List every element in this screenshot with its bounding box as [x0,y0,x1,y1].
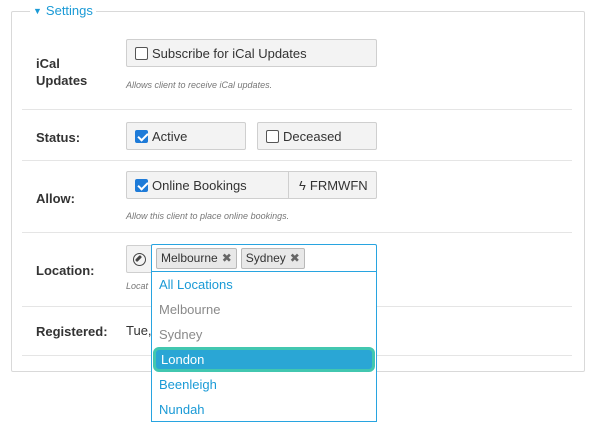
close-icon[interactable]: ✖ [222,251,232,265]
selected-tag: Sydney ✖ [240,247,305,269]
status-active-checkbox[interactable]: Active [126,122,246,150]
allow-help-text: Allow this client to place online bookin… [126,211,290,221]
location-label: Location: [36,263,95,278]
active-checkbox-box[interactable] [135,129,148,143]
location-option[interactable]: All Locations [152,272,376,297]
allow-online-bookings-checkbox[interactable]: Online Bookings ϟ FRMWFN [126,171,377,199]
divider [22,160,572,161]
close-icon[interactable]: ✖ [290,251,300,265]
locate-button[interactable] [126,245,152,273]
location-option[interactable]: Melbourne [152,297,376,322]
button-separator [288,172,289,198]
location-option[interactable]: Nundah [152,397,376,422]
deceased-checkbox-label: Deceased [283,128,342,144]
ical-checkbox-box[interactable] [135,46,148,60]
ical-checkbox-label: Subscribe for iCal Updates [152,45,307,61]
allow-label: Allow: [36,191,75,206]
location-dropdown: All Locations Melbourne Sydney London Be… [151,272,377,422]
lightning-icon: ϟ [299,177,306,193]
ical-subscribe-checkbox[interactable]: Subscribe for iCal Updates [126,39,377,67]
location-option[interactable]: Beenleigh [152,372,376,397]
location-option-highlighted[interactable]: London [153,347,375,372]
caret-down-icon: ▼ [33,6,42,16]
divider [22,109,572,110]
online-bookings-checkbox-box[interactable] [135,178,148,192]
divider [22,232,572,233]
ical-help-text: Allows client to receive iCal updates. [126,80,273,90]
allow-code-button[interactable]: ϟ FRMWFN [299,178,368,193]
status-label: Status: [36,130,81,145]
location-select[interactable]: Melbourne ✖ Sydney ✖ [151,244,377,272]
allow-code: FRMWFN [309,177,368,193]
active-checkbox-label: Active [152,128,188,144]
online-bookings-label: Online Bookings [152,177,247,193]
location-option[interactable]: Sydney [152,322,376,347]
registered-value: Tue, [126,323,152,338]
settings-legend[interactable]: ▼ Settings [30,2,96,20]
registered-label: Registered: [36,324,108,339]
settings-legend-label: Settings [45,3,93,18]
status-deceased-checkbox[interactable]: Deceased [257,122,377,150]
compass-icon [132,252,146,266]
ical-label: iCal Updates [36,56,88,88]
deceased-checkbox-box[interactable] [266,129,279,143]
location-help-text: Locat [126,281,149,291]
selected-tag: Melbourne ✖ [156,247,237,269]
